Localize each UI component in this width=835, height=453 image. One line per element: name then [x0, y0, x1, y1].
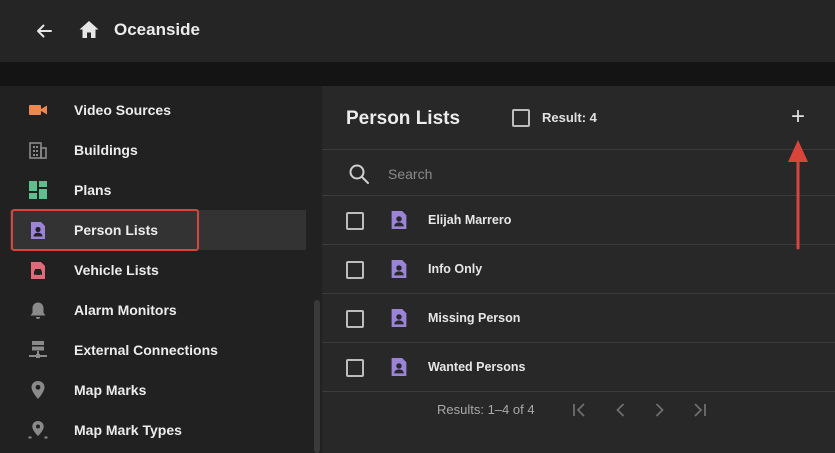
sidebar-item-label: Video Sources — [74, 102, 172, 118]
map-pin-type-icon — [28, 420, 48, 440]
select-all-checkbox[interactable] — [512, 109, 530, 127]
arrow-left-icon — [37, 24, 52, 38]
sidebar-item-plans[interactable]: Plans — [10, 170, 306, 210]
person-list-icon — [391, 309, 407, 327]
top-bar: Oceanside — [0, 0, 835, 62]
header-divider-band — [0, 62, 835, 86]
bell-icon — [28, 300, 48, 320]
add-button[interactable]: + — [786, 105, 810, 129]
sidebar-item-alarm-monitors[interactable]: Alarm Monitors — [10, 290, 306, 330]
sidebar-scrollbar[interactable] — [314, 300, 320, 453]
first-page-icon — [573, 403, 585, 417]
chevron-left-icon — [616, 403, 625, 417]
person-lists-panel: Person Lists Result: 4 + Elijah Marrero … — [322, 86, 835, 453]
list-item[interactable]: Missing Person — [322, 294, 835, 343]
home-icon[interactable] — [77, 18, 101, 42]
last-page-icon — [694, 403, 706, 417]
row-label: Elijah Marrero — [428, 213, 512, 227]
row-label: Missing Person — [428, 311, 521, 325]
sidebar-item-label: External Connections — [74, 342, 218, 358]
back-button[interactable] — [30, 17, 58, 45]
chevron-right-icon — [655, 403, 664, 417]
person-list-icon — [28, 220, 48, 240]
sidebar-item-vehicle-lists[interactable]: Vehicle Lists — [10, 250, 306, 290]
row-label: Wanted Persons — [428, 360, 526, 374]
row-checkbox[interactable] — [346, 359, 364, 377]
vehicle-list-icon — [28, 260, 48, 280]
person-list-icon — [391, 211, 407, 229]
plans-icon — [28, 180, 48, 200]
app-title: Oceanside — [114, 20, 200, 39]
person-list-icon — [391, 260, 407, 278]
search-icon — [349, 164, 369, 184]
pagination-summary: Results: 1–4 of 4 — [437, 402, 535, 417]
row-checkbox[interactable] — [346, 261, 364, 279]
list-item[interactable]: Elijah Marrero — [322, 196, 835, 245]
list-item[interactable]: Info Only — [322, 245, 835, 294]
sidebar-item-video-sources[interactable]: Video Sources — [10, 90, 306, 130]
sidebar-item-buildings[interactable]: Buildings — [10, 130, 306, 170]
network-icon — [28, 340, 48, 360]
list-item[interactable]: Wanted Persons — [322, 343, 835, 392]
row-checkbox[interactable] — [346, 212, 364, 230]
sidebar-item-label: Map Mark Types — [74, 422, 182, 438]
sidebar-item-external-connections[interactable]: External Connections — [10, 330, 306, 370]
sidebar-item-map-mark-types[interactable]: Map Mark Types — [10, 410, 306, 450]
sidebar-item-label: Alarm Monitors — [74, 302, 177, 318]
row-label: Info Only — [428, 262, 483, 276]
row-checkbox[interactable] — [346, 310, 364, 328]
previous-page-button[interactable] — [610, 399, 632, 421]
map-pin-icon — [28, 380, 48, 400]
divider — [322, 149, 835, 150]
building-icon — [28, 140, 48, 160]
result-count: Result: 4 — [542, 110, 597, 125]
sidebar-item-label: Map Marks — [74, 382, 147, 398]
sidebar: Video Sources Buildings Plans Person Lis… — [0, 86, 322, 453]
video-camera-icon — [28, 100, 48, 120]
person-list-icon — [391, 358, 407, 376]
sidebar-item-label: Buildings — [74, 142, 138, 158]
sidebar-item-person-lists[interactable]: Person Lists — [10, 210, 306, 250]
sidebar-item-label: Person Lists — [74, 222, 159, 238]
search-input[interactable] — [388, 163, 688, 185]
sidebar-item-label: Plans — [74, 182, 112, 198]
sidebar-item-map-marks[interactable]: Map Marks — [10, 370, 306, 410]
next-page-button[interactable] — [648, 399, 670, 421]
page-title: Person Lists — [346, 108, 461, 129]
last-page-button[interactable] — [688, 399, 710, 421]
first-page-button[interactable] — [569, 399, 591, 421]
divider — [322, 391, 835, 392]
sidebar-item-label: Vehicle Lists — [74, 262, 159, 278]
